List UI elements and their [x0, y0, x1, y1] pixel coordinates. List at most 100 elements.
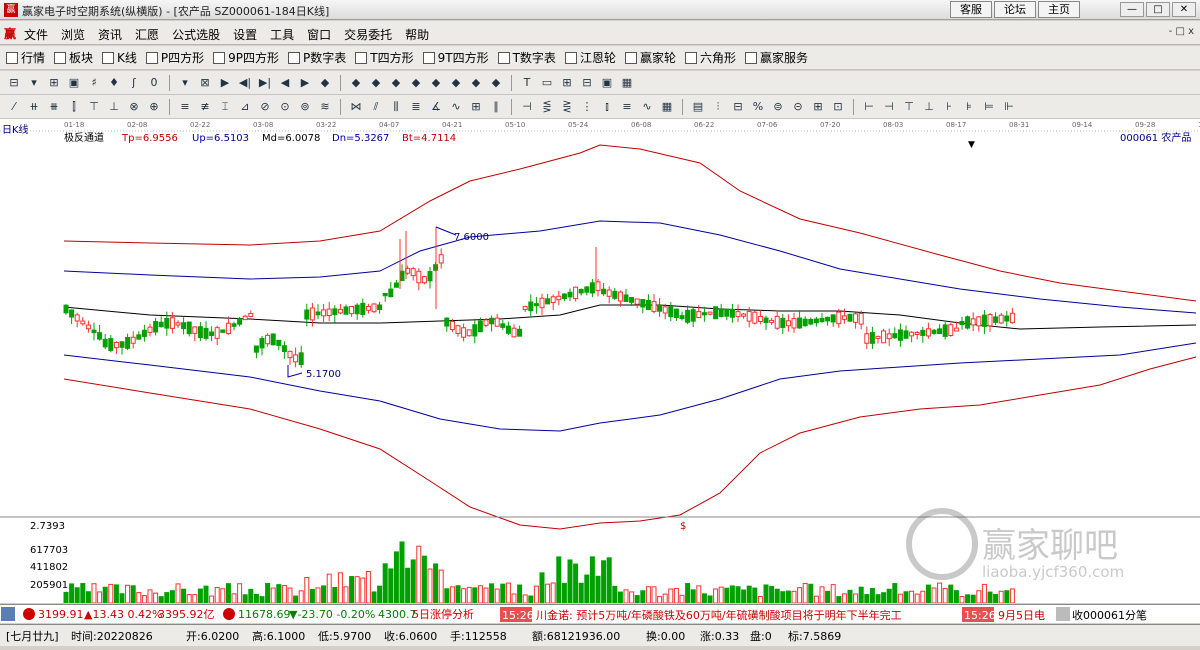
tool-icon[interactable]: ⊗: [126, 99, 142, 115]
toolbar-item-5[interactable]: P数字表: [288, 49, 346, 66]
tool-icon[interactable]: %: [750, 99, 766, 115]
tool-icon[interactable]: ◆: [448, 75, 464, 91]
tool-icon[interactable]: ◆: [348, 75, 364, 91]
tool-icon[interactable]: ≣: [408, 99, 424, 115]
toolbar-item-12[interactable]: 赢家服务: [744, 49, 808, 66]
tool-icon[interactable]: ≋: [317, 99, 333, 115]
close-button[interactable]: ✕: [1172, 2, 1196, 17]
tool-icon[interactable]: ⫿: [66, 99, 82, 115]
mdi-controls[interactable]: - □ x: [1169, 26, 1194, 37]
tool-icon[interactable]: ⊞: [468, 99, 484, 115]
customer-service-link[interactable]: 客服: [950, 1, 992, 18]
tool-icon[interactable]: ⌶: [217, 99, 233, 115]
news-headline[interactable]: 川金诺: 预计5万吨/年磷酸铁及60万吨/年硫磺制酸项目将于明年下半年完工: [536, 608, 902, 622]
tool-icon[interactable]: ⫽: [368, 99, 384, 115]
toolbar-item-10[interactable]: 赢家轮: [624, 49, 676, 66]
ticker-menu-icon[interactable]: [1, 607, 15, 621]
tool-icon[interactable]: ⊥: [106, 99, 122, 115]
tool-icon[interactable]: ⫾: [599, 99, 615, 115]
tool-icon[interactable]: ◆: [488, 75, 504, 91]
tool-icon[interactable]: ▾: [177, 75, 193, 91]
toolbar-item-8[interactable]: T数字表: [497, 49, 556, 66]
tool-icon[interactable]: ♦: [106, 75, 122, 91]
tool-icon[interactable]: ⊞: [810, 99, 826, 115]
tool-icon[interactable]: ◀|: [237, 75, 253, 91]
tool-icon[interactable]: ◆: [317, 75, 333, 91]
tool-icon[interactable]: ▣: [66, 75, 82, 91]
tool-icon[interactable]: ◆: [368, 75, 384, 91]
tool-icon[interactable]: ⊘: [257, 99, 273, 115]
tool-icon[interactable]: ⫶: [710, 99, 726, 115]
toolbar-item-2[interactable]: K线: [102, 49, 137, 66]
tool-icon[interactable]: ⧺: [26, 99, 42, 115]
tool-icon[interactable]: ⊟: [730, 99, 746, 115]
tool-icon[interactable]: ▦: [619, 75, 635, 91]
tool-icon[interactable]: ⊜: [770, 99, 786, 115]
maximize-button[interactable]: □: [1146, 2, 1170, 17]
tool-icon[interactable]: ▶: [297, 75, 313, 91]
tool-icon[interactable]: ◆: [388, 75, 404, 91]
menu-formula-select[interactable]: 公式选股: [172, 26, 220, 43]
tool-icon[interactable]: 0: [146, 75, 162, 91]
news-limitup[interactable]: 5日涨停分析: [412, 607, 474, 621]
tool-icon[interactable]: ⊝: [790, 99, 806, 115]
toolbar-item-6[interactable]: T四方形: [355, 49, 414, 66]
toolbar-item-7[interactable]: 9T四方形: [422, 49, 489, 66]
tool-icon[interactable]: ▤: [690, 99, 706, 115]
tool-icon[interactable]: ∿: [448, 99, 464, 115]
menu-file[interactable]: 文件: [24, 26, 48, 43]
tool-icon[interactable]: ⊞: [559, 75, 575, 91]
menu-huiyuan[interactable]: 汇愿: [135, 26, 159, 43]
tool-icon[interactable]: ◀: [277, 75, 293, 91]
tool-icon[interactable]: ◆: [428, 75, 444, 91]
tool-icon[interactable]: ⊨: [981, 99, 997, 115]
tool-icon[interactable]: ⋛: [559, 99, 575, 115]
tool-icon[interactable]: ⊟: [579, 75, 595, 91]
toolbar-item-9[interactable]: 江恩轮: [564, 49, 616, 66]
tool-icon[interactable]: ⊟: [6, 75, 22, 91]
tool-icon[interactable]: ⊙: [277, 99, 293, 115]
tool-icon[interactable]: ≢: [197, 99, 213, 115]
menu-window[interactable]: 窗口: [307, 26, 331, 43]
tool-icon[interactable]: ▾: [26, 75, 42, 91]
tool-icon[interactable]: ⧻: [46, 99, 62, 115]
tool-icon[interactable]: ♯: [86, 75, 102, 91]
tool-icon[interactable]: ◆: [408, 75, 424, 91]
tool-icon[interactable]: ≡: [619, 99, 635, 115]
tool-icon[interactable]: ʃ: [126, 75, 142, 91]
toolbar-item-0[interactable]: 行情: [6, 49, 45, 66]
menu-info[interactable]: 资讯: [98, 26, 122, 43]
menu-tools[interactable]: 工具: [270, 26, 294, 43]
tool-icon[interactable]: ▭: [539, 75, 555, 91]
tool-icon[interactable]: T: [519, 75, 535, 91]
tool-icon[interactable]: ⋚: [539, 99, 555, 115]
tool-icon[interactable]: ⊤: [901, 99, 917, 115]
minimize-button[interactable]: —: [1120, 2, 1144, 17]
tool-icon[interactable]: ≡: [177, 99, 193, 115]
tool-icon[interactable]: ⊠: [197, 75, 213, 91]
tool-icon[interactable]: ⊚: [297, 99, 313, 115]
tool-icon[interactable]: ◆: [468, 75, 484, 91]
tool-icon[interactable]: ⊡: [830, 99, 846, 115]
tool-icon[interactable]: ⊕: [146, 99, 162, 115]
tool-icon[interactable]: ⋈: [348, 99, 364, 115]
tool-icon[interactable]: ⋮: [579, 99, 595, 115]
toolbar-item-11[interactable]: 六角形: [684, 49, 736, 66]
menu-help[interactable]: 帮助: [405, 26, 429, 43]
tool-icon[interactable]: ▦: [659, 99, 675, 115]
menu-settings[interactable]: 设置: [233, 26, 257, 43]
tool-icon[interactable]: ⊢: [861, 99, 877, 115]
tool-icon[interactable]: ▶: [217, 75, 233, 91]
homepage-link[interactable]: 主页: [1038, 1, 1080, 18]
tool-icon[interactable]: ▣: [599, 75, 615, 91]
tool-icon[interactable]: ⫼: [388, 99, 404, 115]
tool-icon[interactable]: ⊞: [46, 75, 62, 91]
kline-chart-svg[interactable]: 日K线 极反通道 Tp=6.9556 Up=6.5103 Md=6.0078 D…: [0, 119, 1200, 603]
tool-icon[interactable]: ⊦: [941, 99, 957, 115]
menu-browse[interactable]: 浏览: [61, 26, 85, 43]
tool-icon[interactable]: ⁄: [6, 99, 22, 115]
tool-icon[interactable]: ⊥: [921, 99, 937, 115]
tool-icon[interactable]: ⊣: [881, 99, 897, 115]
forum-link[interactable]: 论坛: [994, 1, 1036, 18]
tool-icon[interactable]: ⊩: [1001, 99, 1017, 115]
